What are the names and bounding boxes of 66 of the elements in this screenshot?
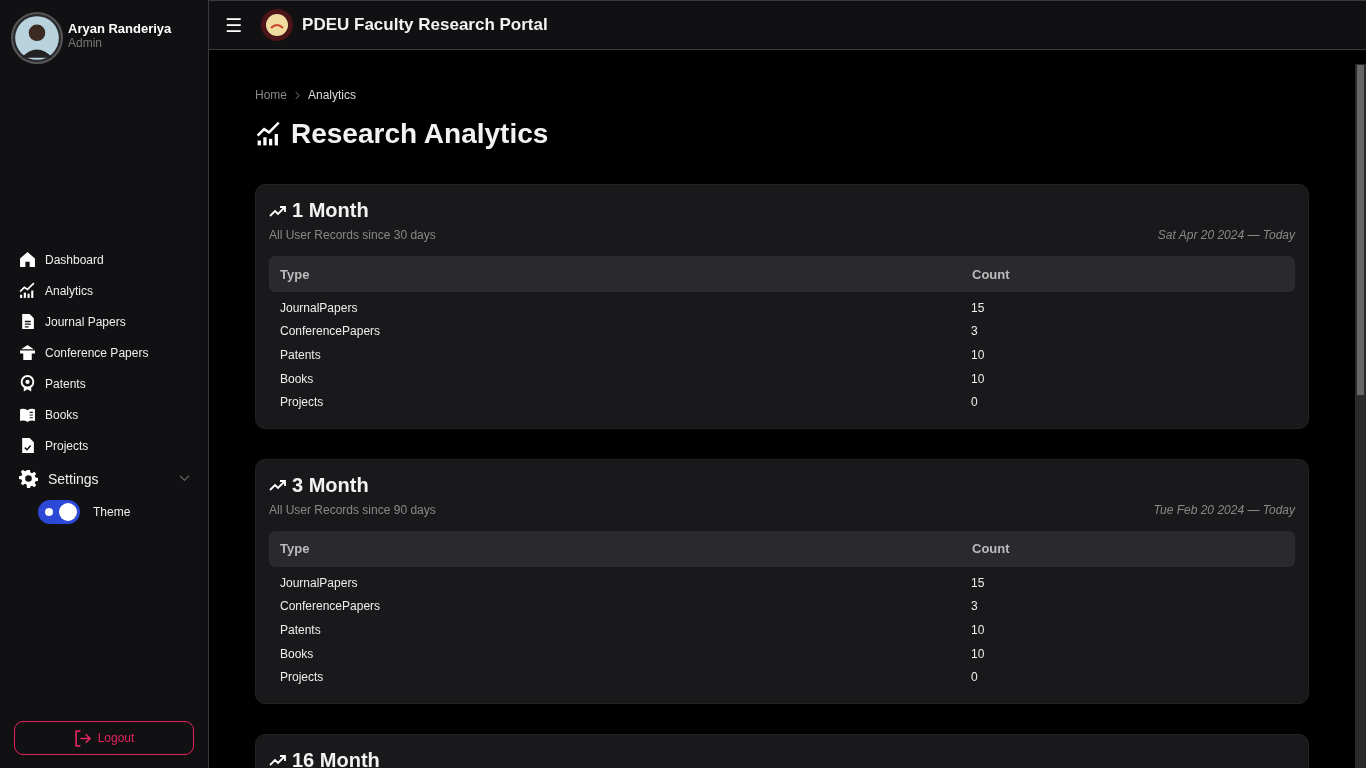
table-cell-text: 10 [971,370,986,388]
theme-toggle[interactable] [38,500,80,524]
table-cell: JournalPapers [269,292,971,320]
table-cell: Patents [269,618,971,642]
chevron-icon [295,90,300,100]
award-icon [19,375,36,392]
table-cell-text: 10 [971,621,986,639]
column-header: Count [971,256,1295,292]
nav-item[interactable]: Conference Papers [14,337,194,368]
settings-item[interactable]: Settings [14,461,194,496]
user-role: Admin [68,35,102,50]
table-cell-text: 0 [971,669,979,687]
home-icon [19,251,36,268]
logout-icon [73,729,91,747]
date-range: Tue Feb 20 2024 — Today [1153,502,1295,517]
date-range: Sat Apr 20 2024 — Today [1157,228,1295,242]
nav-item[interactable]: Patents [14,368,194,399]
nav-item[interactable]: Analytics [14,275,194,306]
card-title: 16 Month [292,748,380,768]
table-cell: 15 [971,566,1295,595]
avatar [11,12,63,64]
column-header: Type [269,256,971,292]
logo-icon [260,8,295,42]
table-cell-text: 3 [971,598,979,616]
task-icon [19,437,36,454]
page-title: Research Analytics [291,118,549,150]
table-cell: Projects [269,390,971,414]
table-cell: ConferencePapers [269,319,971,344]
card-subtitle: All User Records since 90 days [269,502,436,517]
menu-button[interactable]: ☰ [221,14,247,36]
theme-label: Theme [93,505,131,519]
document-icon [19,313,36,330]
table-cell-text: 10 [971,645,986,663]
chart-icon [255,121,283,147]
table-cell-text: 10 [971,347,986,364]
podium-icon [19,344,36,361]
trend-icon [269,204,287,217]
column-header: Type [269,530,971,567]
nav-item[interactable]: Journal Papers [14,306,194,337]
table-cell: JournalPapers [269,566,971,595]
table-cell: Books [269,366,971,391]
table-cell-text: 0 [971,394,979,412]
card-title: 3 Month [292,473,369,497]
chart-icon [19,282,36,299]
scrollbar[interactable] [1355,64,1366,768]
nav-item[interactable]: Projects [14,430,194,461]
column-header: Count [971,530,1295,567]
book-icon [19,406,36,423]
nav-item[interactable]: Dashboard [14,244,194,275]
breadcrumb-link[interactable]: Analytics [308,88,357,102]
trend-icon [269,479,287,492]
trend-icon [269,754,287,767]
portal-title: PDEU Faculty Research Portal [302,15,548,35]
card-subtitle: All User Records since 30 days [269,228,436,242]
table-cell-text: 3 [971,323,979,341]
table-cell: ConferencePapers [269,594,971,619]
logout-button[interactable]: Logout [14,721,194,755]
card-title: 1 Month [292,199,369,222]
table-cell: Books [269,641,971,666]
table-cell: Patents [269,343,971,367]
nav-item[interactable]: Books [14,399,194,430]
user-name: Aryan Randeriya [68,20,172,36]
table-cell: Projects [269,665,971,689]
settings-icon [19,469,38,488]
table-cell: 15 [971,292,1295,320]
breadcrumb-link[interactable]: Home [255,88,287,102]
